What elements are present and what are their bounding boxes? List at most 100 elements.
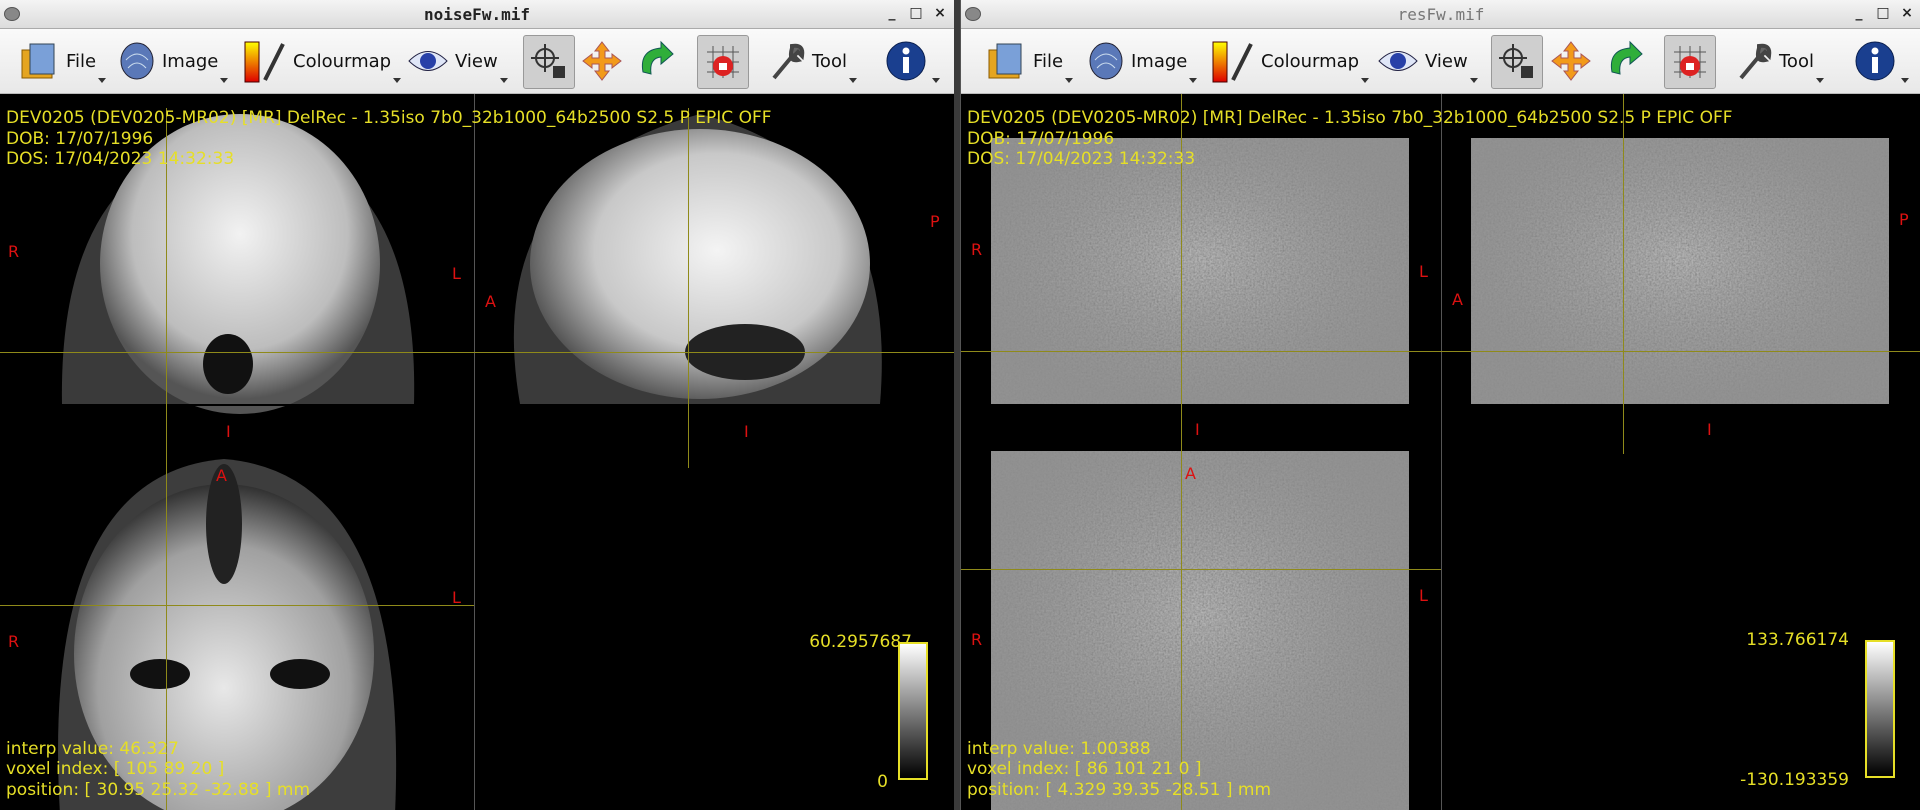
voxel-index: voxel index: [ 105 89 20 ]	[6, 759, 225, 779]
file-menu-button[interactable]: File	[18, 35, 107, 87]
orient-anterior-label: A	[485, 292, 496, 311]
colourmap-menu-button[interactable]: Colourmap	[243, 35, 402, 87]
rotate-mode-button[interactable]	[634, 35, 678, 87]
crosshair-icon	[1499, 44, 1533, 78]
toolbar: File Image Colourmap View Tool	[961, 29, 1920, 94]
folder-icon	[988, 43, 1022, 79]
orient-anterior-label-axial: A	[1185, 464, 1196, 483]
slice-render	[58, 114, 882, 810]
orient-right-label-axial: R	[8, 632, 20, 651]
interp-value: interp value: 1.00388	[967, 738, 1151, 759]
move-arrows-icon	[582, 41, 622, 81]
patient-header: DEV0205 (DEV0205-MR02) [MR] DelRec - 1.3…	[6, 108, 772, 170]
tool-menu-button[interactable]: Tool	[768, 35, 857, 87]
orient-inferior-label-sagittal: I	[1707, 420, 1712, 439]
close-button[interactable]: ×	[932, 4, 948, 22]
orient-left-label: L	[1419, 262, 1428, 281]
voxel-info: interp value: 1.00388 voxel index: [ 86 …	[967, 739, 1271, 801]
toolbar: File Image Colourmap View Tool	[0, 29, 954, 94]
rotate-arrow-icon	[641, 40, 674, 75]
eye-icon	[1378, 51, 1418, 71]
header-line-study: DEV0205 (DEV0205-MR02) [MR] DelRec - 1.3…	[967, 108, 1733, 128]
view-menu-button[interactable]: View	[1377, 35, 1478, 87]
orient-left-label-axial: L	[1419, 586, 1428, 605]
file-menu-label: File	[1033, 50, 1064, 72]
colourmap-icon	[1212, 41, 1253, 83]
pan-mode-button[interactable]	[580, 35, 624, 87]
crosshair-mode-button[interactable]	[523, 35, 575, 89]
info-button[interactable]	[1853, 35, 1909, 87]
colorbar-max-label: 133.766174	[1746, 630, 1849, 650]
orient-left-label-axial: L	[452, 588, 461, 607]
colourmap-icon	[244, 41, 285, 83]
lock-grid-button[interactable]	[1664, 35, 1716, 89]
viewer-window-residual: resFw.mif _ □ × File Image Colourmap Vie…	[960, 0, 1920, 810]
image-menu-button[interactable]: Image	[1087, 35, 1198, 87]
tool-menu-label: Tool	[812, 50, 847, 72]
lock-grid-icon	[1674, 46, 1706, 78]
image-menu-button[interactable]: Image	[118, 35, 229, 87]
orient-inferior-label: I	[226, 422, 231, 441]
maximize-button[interactable]: □	[1875, 4, 1891, 22]
image-menu-label: Image	[162, 50, 219, 72]
tool-menu-label: Tool	[1779, 50, 1814, 72]
header-line-dos: DOS: 17/04/2023 14:32:33	[6, 149, 235, 169]
header-line-dob: DOB: 17/07/1996	[967, 128, 1115, 149]
crosshair-vertical	[1181, 94, 1182, 810]
minimize-button[interactable]: _	[1851, 4, 1867, 22]
rotate-mode-button[interactable]	[1603, 35, 1647, 87]
maximize-button[interactable]: □	[908, 4, 924, 22]
image-menu-label: Image	[1131, 50, 1188, 72]
image-viewport[interactable]: R L I A P I A L R DEV0205 (DEV0205-MR02)…	[0, 94, 954, 810]
position-readout: position: [ 30.95 25.32 -32.88 ] mm	[6, 779, 311, 800]
pan-mode-button[interactable]	[1549, 35, 1593, 87]
window-title: noiseFw.mif	[424, 5, 530, 24]
info-button[interactable]	[884, 35, 940, 87]
colorbar	[1865, 640, 1895, 778]
title-bar[interactable]: noiseFw.mif _ □ ×	[0, 0, 954, 29]
crosshair-horizontal	[0, 352, 954, 353]
brain-icon	[1089, 42, 1123, 80]
info-icon	[886, 41, 926, 81]
orient-inferior-label-sagittal: I	[744, 422, 749, 441]
close-button[interactable]: ×	[1899, 4, 1915, 22]
viewer-window-noise: noiseFw.mif _ □ × File Image Colourmap V…	[0, 0, 954, 810]
image-viewport[interactable]: R L I A P I A L R DEV0205 (DEV0205-MR02)…	[961, 94, 1920, 810]
patient-header: DEV0205 (DEV0205-MR02) [MR] DelRec - 1.3…	[967, 108, 1733, 170]
file-menu-label: File	[66, 50, 97, 72]
colourmap-menu-button[interactable]: Colourmap	[1211, 35, 1370, 87]
crosshair-icon	[531, 44, 565, 78]
view-menu-label: View	[455, 50, 498, 72]
orient-anterior-label: A	[1452, 290, 1463, 309]
title-bar[interactable]: resFw.mif _ □ ×	[961, 0, 1920, 29]
orient-right-label-axial: R	[971, 630, 983, 649]
minimize-button[interactable]: _	[884, 4, 900, 22]
wrench-icon	[772, 43, 805, 80]
info-icon	[1855, 41, 1895, 81]
orient-right-label: R	[971, 240, 983, 259]
colorbar-max-label: 60.2957687	[809, 632, 912, 652]
lock-grid-button[interactable]	[697, 35, 749, 89]
tool-menu-button[interactable]: Tool	[1735, 35, 1824, 87]
brain-icon	[120, 42, 154, 80]
crosshair-horizontal-axial	[961, 569, 1441, 570]
wrench-icon	[1739, 43, 1772, 80]
orient-posterior-label: P	[930, 212, 940, 231]
voxel-index: voxel index: [ 86 101 21 0 ]	[967, 759, 1202, 779]
rotate-arrow-icon	[1610, 40, 1643, 75]
orient-right-label: R	[8, 242, 20, 261]
header-line-study: DEV0205 (DEV0205-MR02) [MR] DelRec - 1.3…	[6, 108, 772, 128]
crosshair-mode-button[interactable]	[1491, 35, 1543, 89]
folder-icon	[21, 43, 55, 79]
orient-posterior-label: P	[1899, 210, 1909, 229]
header-line-dos: DOS: 17/04/2023 14:32:33	[967, 149, 1196, 169]
header-line-dob: DOB: 17/07/1996	[6, 128, 154, 149]
orient-anterior-label-axial: A	[216, 466, 227, 485]
view-menu-label: View	[1425, 50, 1468, 72]
view-menu-button[interactable]: View	[407, 35, 508, 87]
orient-left-label: L	[452, 264, 461, 283]
colourmap-menu-label: Colourmap	[293, 50, 392, 72]
file-menu-button[interactable]: File	[985, 35, 1074, 87]
position-readout: position: [ 4.329 39.35 -28.51 ] mm	[967, 779, 1272, 800]
crosshair-vertical	[166, 108, 167, 810]
